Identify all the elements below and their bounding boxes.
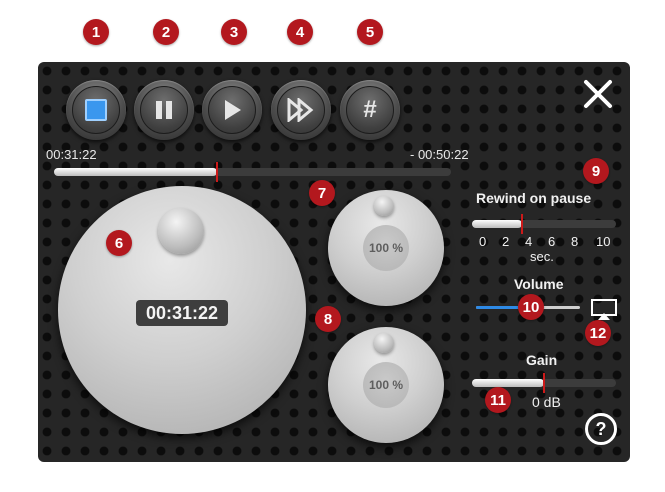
rewind-scale-2: 2 — [502, 234, 510, 249]
player-panel: # 00:31:22 - 00:50:22 00:31:22 100 % 100… — [38, 62, 630, 462]
jog-time-display: 00:31:22 — [136, 300, 228, 326]
stop-icon — [85, 99, 107, 121]
speed-percent-display: 100 % — [363, 362, 409, 408]
pause-button[interactable] — [134, 80, 194, 140]
marker-button[interactable]: # — [340, 80, 400, 140]
callout-4: 4 — [287, 19, 313, 45]
callout-6: 6 — [106, 230, 132, 256]
rewind-scale-10: 10 — [596, 234, 611, 249]
rewind-scale-6: 6 — [548, 234, 556, 249]
rewind-fill — [472, 220, 522, 228]
progress-fill — [54, 168, 217, 176]
rewind-on-pause-title: Rewind on pause — [476, 190, 592, 206]
progress-bar[interactable] — [54, 162, 451, 182]
gain-slider[interactable] — [472, 373, 616, 393]
fast-forward-button[interactable] — [271, 80, 331, 140]
stop-button[interactable] — [66, 80, 126, 140]
rewind-scale-4: 4 — [525, 234, 533, 249]
speed-knob-forward[interactable]: 100 % — [328, 327, 444, 443]
gain-fill — [472, 379, 544, 387]
callout-10: 10 — [518, 294, 544, 320]
fast-forward-icon — [287, 98, 314, 122]
callout-9: 9 — [583, 158, 609, 184]
callout-5: 5 — [357, 19, 383, 45]
hash-icon: # — [363, 96, 377, 123]
rewind-scale-0: 0 — [479, 234, 487, 249]
callout-2: 2 — [153, 19, 179, 45]
play-icon — [225, 100, 241, 120]
volume-title: Volume — [514, 276, 564, 292]
callout-1: 1 — [83, 19, 109, 45]
remaining-time: - 00:50:22 — [410, 147, 469, 162]
rewind-thumb[interactable] — [521, 214, 523, 234]
help-icon[interactable]: ? — [585, 413, 617, 445]
play-button[interactable] — [202, 80, 262, 140]
gain-title: Gain — [526, 352, 558, 368]
speed-knob-rewind[interactable]: 100 % — [328, 190, 444, 306]
speed-knob-dimple — [374, 333, 394, 353]
speed-percent-label: 100 % — [368, 241, 404, 255]
callout-7: 7 — [309, 180, 335, 206]
speed-knob-dimple — [374, 196, 394, 216]
rewind-slider[interactable] — [472, 214, 616, 234]
rewind-unit: sec. — [530, 249, 554, 264]
rewind-scale-8: 8 — [571, 234, 579, 249]
speed-percent-label: 100 % — [368, 378, 404, 392]
progress-thumb[interactable] — [216, 162, 218, 182]
gain-thumb[interactable] — [543, 373, 545, 393]
jog-dimple — [158, 208, 204, 254]
callout-3: 3 — [221, 19, 247, 45]
jog-wheel[interactable]: 00:31:22 — [58, 186, 306, 434]
close-icon[interactable] — [582, 78, 614, 110]
callout-12: 12 — [585, 320, 611, 346]
callout-11: 11 — [485, 387, 511, 413]
gain-value: 0 dB — [532, 394, 561, 410]
elapsed-time: 00:31:22 — [46, 147, 97, 162]
pause-icon — [156, 101, 172, 119]
speed-percent-display: 100 % — [363, 225, 409, 271]
callout-8: 8 — [315, 306, 341, 332]
